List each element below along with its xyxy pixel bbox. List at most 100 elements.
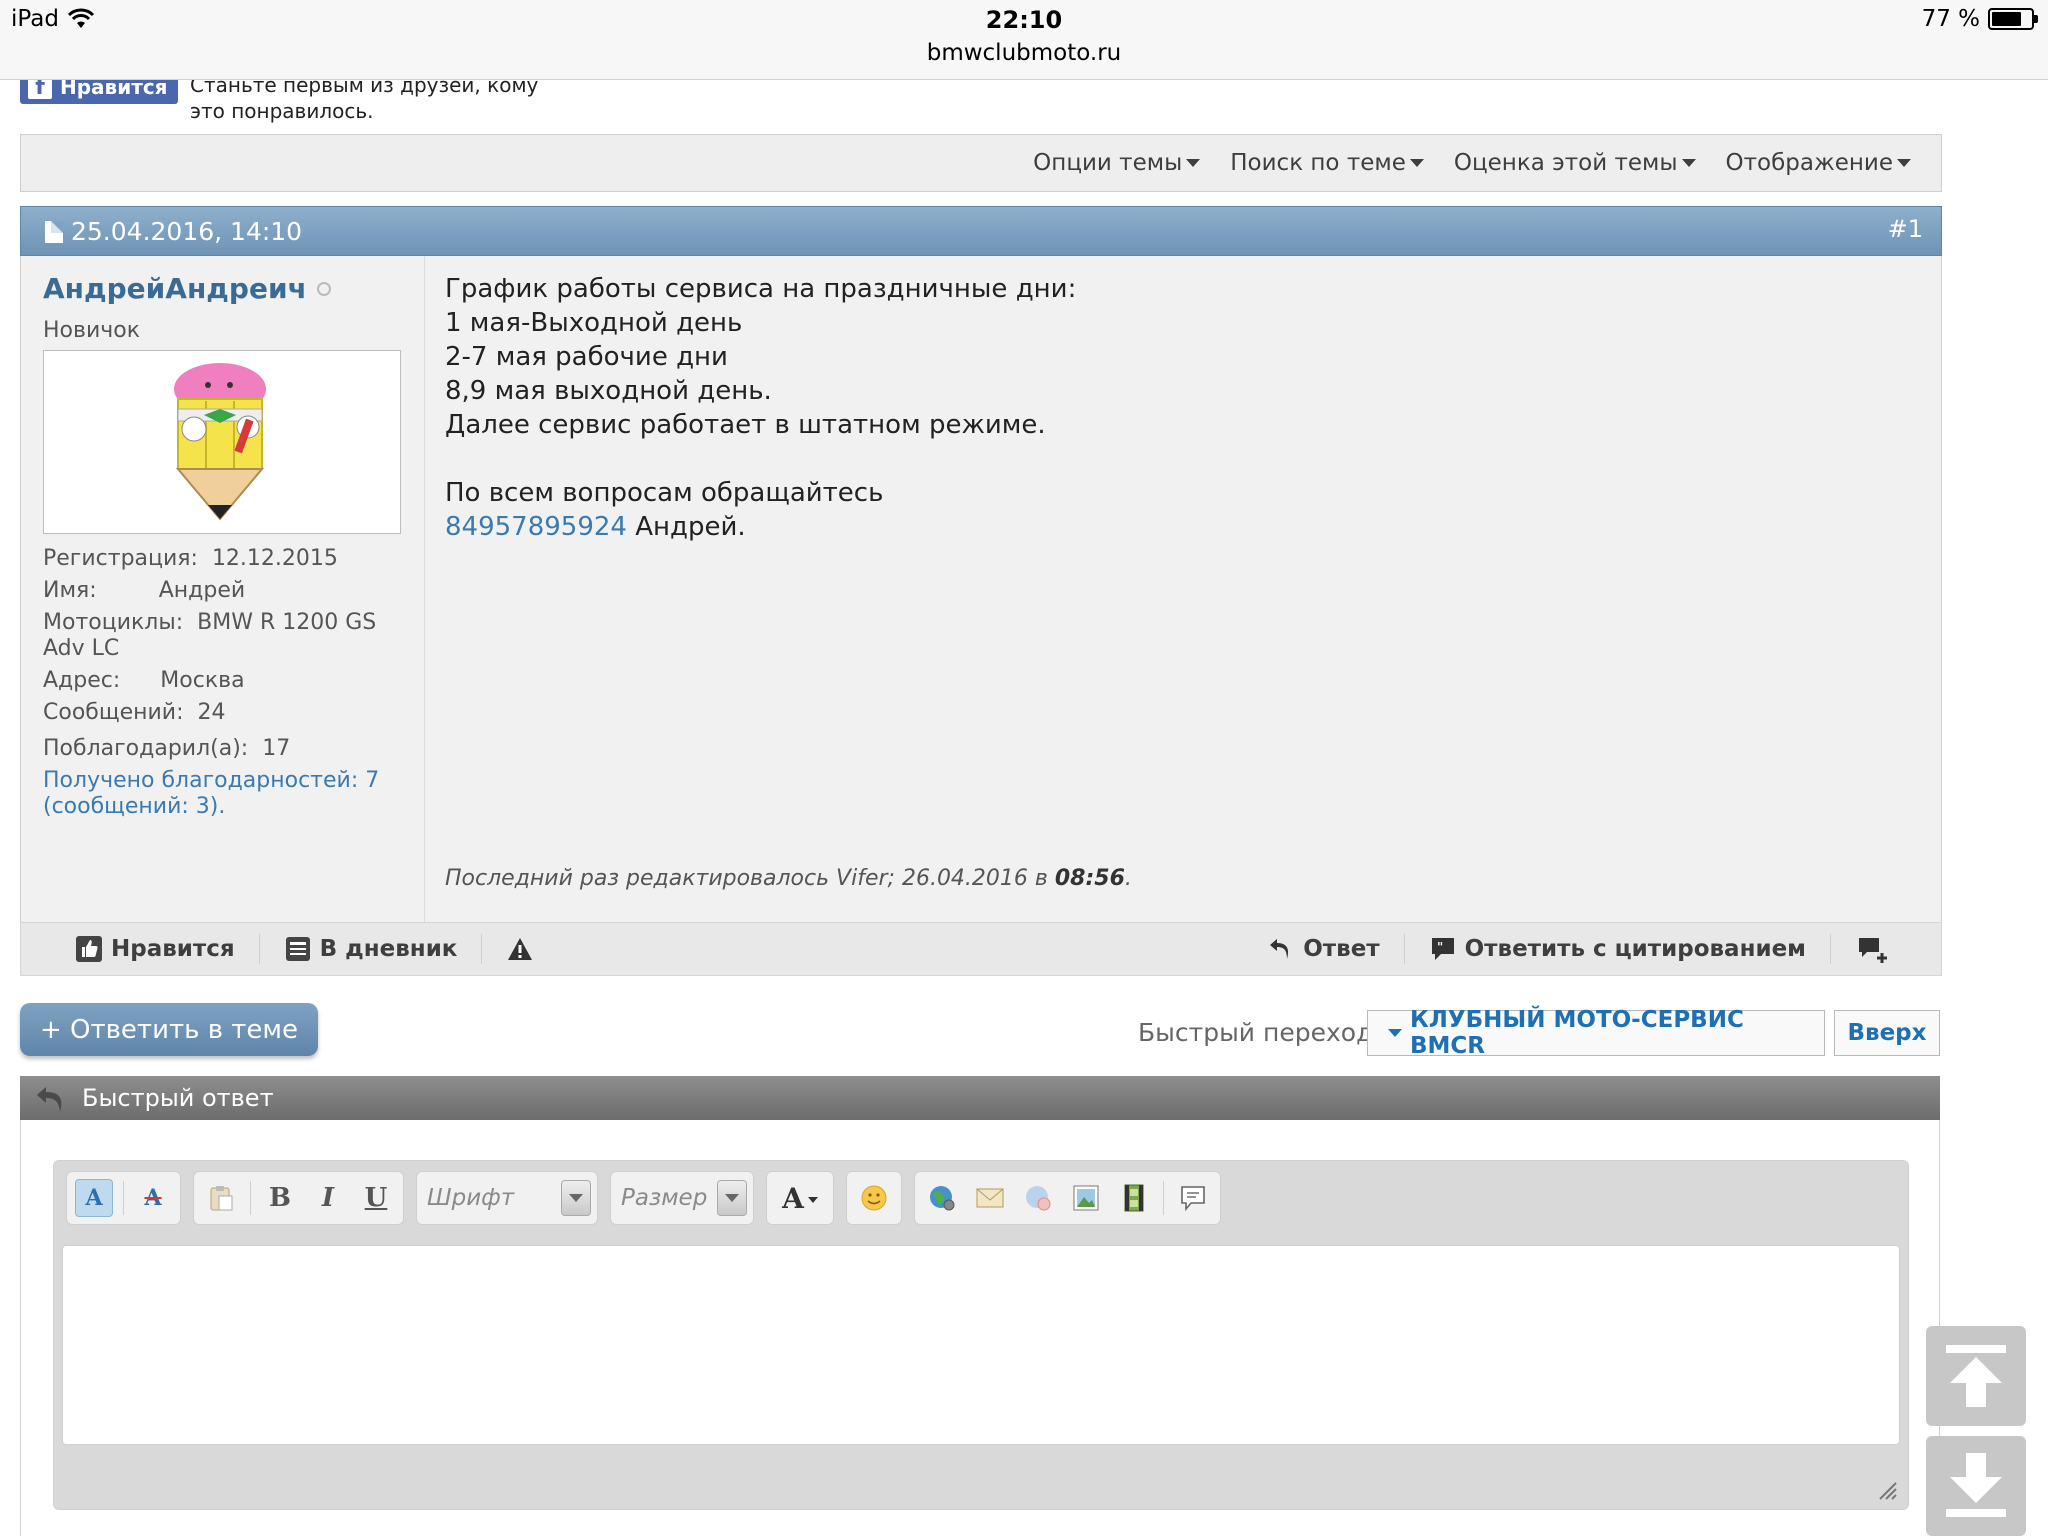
quote-bubble-icon: " [1431, 938, 1454, 960]
thread-rating-menu[interactable]: Оценка этой темы [1454, 150, 1696, 176]
reply-button[interactable]: Ответ [1243, 934, 1405, 964]
thread-search-menu[interactable]: Поиск по теме [1230, 150, 1424, 176]
scroll-top-button[interactable]: Вверх [1834, 1010, 1940, 1056]
multi-quote-icon [1859, 938, 1887, 963]
status-right: 77 % [1921, 6, 2038, 32]
diary-button[interactable]: В дневник [260, 934, 483, 964]
toolbar-separator [1163, 1181, 1164, 1215]
italic-icon[interactable]: I [309, 1179, 347, 1217]
warning-icon [508, 938, 533, 960]
chevron-down-icon [561, 1180, 591, 1216]
quote-icon[interactable] [1174, 1179, 1212, 1217]
message-line: График работы сервиса на праздничные дни… [445, 274, 1077, 304]
post-number-link[interactable]: #1 [1888, 215, 1923, 243]
user-info: АндрейАндреич Новичок Регистрация: 12.12… [21, 256, 425, 922]
message-line: По всем вопросам обращайтесь [445, 478, 884, 508]
stat-registration: Регистрация: 12.12.2015 [43, 546, 338, 571]
reply-arrow-icon [1270, 939, 1289, 959]
battery-percent: 77 % [1921, 6, 1980, 32]
quick-reply-header[interactable]: Быстрый ответ [20, 1076, 1940, 1120]
reply-in-thread-button[interactable]: + Ответить в теме [20, 1003, 318, 1056]
post-footer-right: Ответ " Ответить с цитированием [1243, 923, 1915, 975]
chevron-down-icon [1681, 159, 1696, 167]
wysiwyg-editor: A A B I U Шрифт Размер A [53, 1160, 1909, 1510]
chevron-down-icon [1897, 159, 1911, 167]
message-line: 2-7 мая рабочие дни [445, 342, 728, 372]
svg-text:": " [1437, 940, 1443, 954]
wysiwyg-mode-icon[interactable]: A [75, 1179, 113, 1217]
post-footer: Нравится В дневник Ответ " Ответить с ци… [20, 922, 1942, 976]
address-bar[interactable]: bmwclubmoto.ru [0, 40, 2048, 66]
thread-display-menu[interactable]: Отображение [1726, 150, 1911, 176]
avatar[interactable] [43, 350, 401, 534]
report-button[interactable] [482, 934, 558, 964]
stat-motorcycles: Мотоциклы: BMW R 1200 GS Adv LC [43, 610, 377, 661]
toolbar-color-group: A [766, 1171, 834, 1225]
scroll-to-top-button[interactable] [1926, 1326, 2026, 1426]
post-footer-left: Нравится В дневник [51, 923, 558, 975]
email-icon[interactable] [971, 1179, 1009, 1217]
thread-options-menu[interactable]: Опции темы [1033, 150, 1201, 176]
offline-status-icon [316, 281, 331, 296]
battery-icon [1988, 8, 2038, 30]
quick-reply-body: A A B I U Шрифт Размер A [20, 1120, 1940, 1536]
message-textarea[interactable] [62, 1245, 1900, 1445]
toolbar-separator [250, 1181, 251, 1215]
status-bar: iPad 22:10 bmwclubmoto.ru 77 % [0, 0, 2048, 80]
remove-format-icon[interactable]: A [134, 1179, 172, 1217]
size-select[interactable]: Размер [610, 1171, 754, 1225]
chevron-down-icon [1388, 1029, 1402, 1037]
post-header: 25.04.2016, 14:10 #1 [20, 206, 1942, 256]
chevron-down-icon [1409, 159, 1424, 167]
paste-icon[interactable] [202, 1179, 240, 1217]
username-link[interactable]: АндрейАндреич [43, 272, 331, 305]
message-line: 8,9 мая выходной день. [445, 376, 772, 406]
chevron-down-icon [717, 1180, 747, 1216]
underline-icon[interactable]: U [357, 1179, 395, 1217]
arrow-up-to-bar-icon [1946, 1345, 2006, 1407]
toolbar-separator [123, 1181, 124, 1215]
text-color-icon[interactable]: A [775, 1179, 825, 1217]
stat-name: Имя: Андрей [43, 578, 246, 603]
unlink-icon[interactable] [1019, 1179, 1057, 1217]
video-icon[interactable] [1115, 1179, 1153, 1217]
stat-address: Адрес: Москва [43, 668, 245, 693]
toolbar-format-group: B I U [193, 1171, 404, 1225]
stat-thanked: Поблагодарил(а): 17 [43, 736, 291, 761]
clock: 22:10 [985, 6, 1063, 34]
message-line: 1 мая-Выходной день [445, 308, 743, 338]
quick-nav-label: Быстрый переход [1138, 1018, 1374, 1047]
like-button[interactable]: Нравится [51, 934, 260, 964]
user-stats: Регистрация: 12.12.2015 Имя: Андрей Мотоци… [43, 546, 413, 826]
resize-handle-icon[interactable] [1874, 1477, 1898, 1501]
thanks-received-link[interactable]: Получено благодарностей: 7 (сообщений: 3… [43, 768, 413, 820]
post-date: 25.04.2016, 14:10 [45, 217, 302, 246]
battery-fill [1992, 12, 2022, 26]
phone-link[interactable]: 84957895924 [445, 512, 627, 542]
toolbar-smilie-group [846, 1171, 902, 1225]
scroll-to-bottom-button[interactable] [1926, 1436, 2026, 1536]
message-signoff: Андрей. [635, 512, 746, 542]
reply-with-quote-button[interactable]: " Ответить с цитированием [1405, 934, 1831, 964]
image-icon[interactable] [1067, 1179, 1105, 1217]
message-line: Далее сервис работает в штатном режиме. [445, 410, 1046, 440]
thread-tools: Опции темы Поиск по теме Оценка этой тем… [20, 134, 1942, 192]
edit-time: 08:56 [1054, 866, 1125, 891]
bold-icon[interactable]: B [261, 1179, 299, 1217]
editor-toolbar: A A B I U Шрифт Размер A [66, 1171, 1896, 1225]
smiley-icon[interactable] [855, 1179, 893, 1217]
post-message: График работы сервиса на праздничные дни… [445, 272, 1905, 544]
link-globe-icon[interactable] [923, 1179, 961, 1217]
toolbar-mode-group: A A [66, 1171, 181, 1225]
quick-nav-select[interactable]: КЛУБНЫЙ МОТО-СЕРВИС BMCR [1367, 1007, 1825, 1059]
font-select[interactable]: Шрифт [416, 1171, 598, 1225]
chevron-down-icon [1186, 159, 1201, 167]
thumbs-up-icon [76, 936, 102, 962]
pencil-character-icon [174, 363, 266, 521]
multi-quote-button[interactable] [1831, 934, 1915, 964]
arrow-down-to-bar-icon [1946, 1453, 2006, 1517]
toolbar-insert-group [914, 1171, 1221, 1225]
reply-arrow-icon [37, 1087, 62, 1112]
user-title: Новичок [43, 318, 141, 343]
